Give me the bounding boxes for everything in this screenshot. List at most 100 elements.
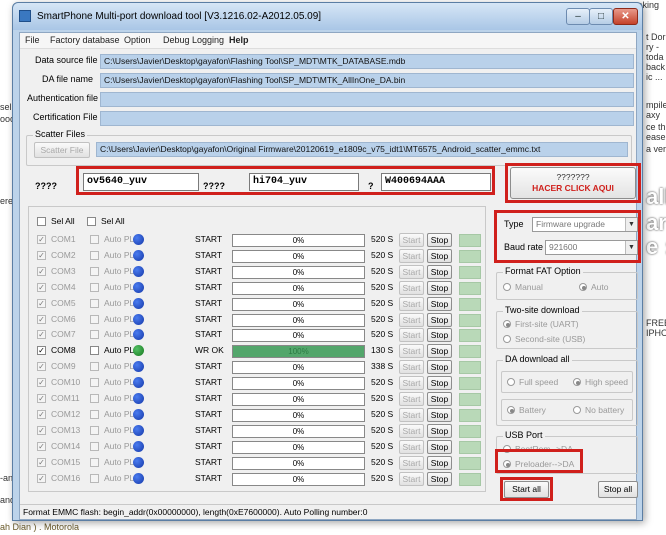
port-start-button[interactable]: Start xyxy=(399,440,424,454)
close-button[interactable]: ✕ xyxy=(613,8,638,25)
camera-sensor-1-field[interactable]: ov5640_yuv xyxy=(83,173,199,191)
port-stop-button[interactable]: Stop xyxy=(427,424,452,438)
auto-pl-checkbox[interactable] xyxy=(90,362,99,371)
com-checkbox[interactable]: ✓ xyxy=(37,330,46,339)
com-checkbox[interactable]: ✓ xyxy=(37,267,46,276)
port-stop-button[interactable]: Stop xyxy=(427,249,452,263)
port-start-button[interactable]: Start xyxy=(399,328,424,342)
type-dropdown-arrow-icon[interactable]: ▼ xyxy=(625,218,637,231)
full-speed-radio[interactable] xyxy=(507,378,515,386)
port-stop-button[interactable]: Stop xyxy=(427,360,452,374)
port-start-button[interactable]: Start xyxy=(399,376,424,390)
auto-pl-checkbox[interactable] xyxy=(90,474,99,483)
port-start-button[interactable]: Start xyxy=(399,344,424,358)
second-site-radio[interactable] xyxy=(503,335,511,343)
sel-all-checkbox-1[interactable] xyxy=(37,217,46,226)
auto-pl-checkbox[interactable] xyxy=(90,251,99,260)
type-select[interactable]: Firmware upgrade ▼ xyxy=(532,217,638,232)
port-stop-button[interactable]: Stop xyxy=(427,440,452,454)
auto-pl-checkbox[interactable] xyxy=(90,410,99,419)
com-checkbox[interactable]: ✓ xyxy=(37,426,46,435)
auto-pl-checkbox[interactable] xyxy=(90,235,99,244)
menu-debug-logging[interactable]: Debug Logging xyxy=(163,35,224,45)
com-checkbox[interactable]: ✓ xyxy=(37,442,46,451)
data-source-field[interactable]: C:\Users\Javier\Desktop\gayafon\Flashing… xyxy=(100,54,634,69)
com-checkbox[interactable]: ✓ xyxy=(37,362,46,371)
stop-all-button[interactable]: Stop all xyxy=(598,481,638,498)
port-start-button[interactable]: Start xyxy=(399,265,424,279)
auto-pl-checkbox[interactable] xyxy=(90,346,99,355)
scatter-file-field[interactable]: C:\Users\Javier\Desktop\gayafon\Original… xyxy=(96,142,628,157)
auto-pl-checkbox[interactable] xyxy=(90,442,99,451)
port-stop-button[interactable]: Stop xyxy=(427,281,452,295)
menu-help[interactable]: Help xyxy=(229,35,249,45)
title-bar[interactable]: SmartPhone Multi-port download tool [V3.… xyxy=(13,3,642,30)
com-checkbox[interactable]: ✓ xyxy=(37,315,46,324)
port-start-button[interactable]: Start xyxy=(399,281,424,295)
no-battery-radio[interactable] xyxy=(573,406,581,414)
format-auto-radio[interactable] xyxy=(579,283,587,291)
cert-file-field[interactable] xyxy=(100,111,634,126)
port-start-button[interactable]: Start xyxy=(399,472,424,486)
com-checkbox[interactable]: ✓ xyxy=(37,394,46,403)
first-site-radio[interactable] xyxy=(503,320,511,328)
baud-dropdown-arrow-icon[interactable]: ▼ xyxy=(625,241,637,254)
menu-file[interactable]: File xyxy=(25,35,40,45)
format-manual-radio[interactable] xyxy=(503,283,511,291)
port-stop-button[interactable]: Stop xyxy=(427,328,452,342)
maximize-button[interactable]: □ xyxy=(589,8,613,25)
port-stop-button[interactable]: Stop xyxy=(427,265,452,279)
auto-pl-checkbox[interactable] xyxy=(90,315,99,324)
port-start-button[interactable]: Start xyxy=(399,424,424,438)
port-stop-button[interactable]: Stop xyxy=(427,313,452,327)
port-start-button[interactable]: Start xyxy=(399,297,424,311)
auto-pl-checkbox[interactable] xyxy=(90,426,99,435)
auto-pl-checkbox[interactable] xyxy=(90,330,99,339)
port-start-button[interactable]: Start xyxy=(399,360,424,374)
com-checkbox[interactable]: ✓ xyxy=(37,235,46,244)
port-start-button[interactable]: Start xyxy=(399,249,424,263)
com-checkbox[interactable]: ✓ xyxy=(37,283,46,292)
hacer-click-button[interactable]: ??????? HACER CLICK AQUI xyxy=(510,167,636,199)
scatter-file-button[interactable]: Scatter File xyxy=(34,142,90,158)
auto-pl-checkbox[interactable] xyxy=(90,458,99,467)
port-start-button[interactable]: Start xyxy=(399,392,424,406)
port-stop-button[interactable]: Stop xyxy=(427,472,452,486)
port-stop-button[interactable]: Stop xyxy=(427,408,452,422)
high-speed-radio[interactable] xyxy=(573,378,581,386)
com-checkbox[interactable]: ✓ xyxy=(37,474,46,483)
port-stop-button[interactable]: Stop xyxy=(427,456,452,470)
port-status-led-icon xyxy=(133,250,144,261)
sel-all-checkbox-2[interactable] xyxy=(87,217,96,226)
da-file-field[interactable]: C:\Users\Javier\Desktop\gayafon\Flashing… xyxy=(100,73,634,88)
port-stop-button[interactable]: Stop xyxy=(427,344,452,358)
start-all-button[interactable]: Start all xyxy=(504,481,549,498)
camera-sensor-2-field[interactable]: hi704_yuv xyxy=(249,173,359,191)
com-checkbox[interactable]: ✓ xyxy=(37,458,46,467)
com-checkbox[interactable]: ✓ xyxy=(37,346,46,355)
flash-id-field[interactable]: W400694AAA xyxy=(381,173,491,191)
minimize-button[interactable]: – xyxy=(566,8,590,25)
port-stop-button[interactable]: Stop xyxy=(427,376,452,390)
port-start-button[interactable]: Start xyxy=(399,408,424,422)
com-checkbox[interactable]: ✓ xyxy=(37,410,46,419)
port-stop-button[interactable]: Stop xyxy=(427,297,452,311)
auto-pl-checkbox[interactable] xyxy=(90,283,99,292)
port-stop-button[interactable]: Stop xyxy=(427,233,452,247)
auto-pl-checkbox[interactable] xyxy=(90,267,99,276)
auto-pl-checkbox[interactable] xyxy=(90,299,99,308)
auto-pl-checkbox[interactable] xyxy=(90,378,99,387)
port-start-button[interactable]: Start xyxy=(399,456,424,470)
menu-factory-database[interactable]: Factory database xyxy=(50,35,120,45)
port-start-button[interactable]: Start xyxy=(399,233,424,247)
com-checkbox[interactable]: ✓ xyxy=(37,251,46,260)
battery-radio[interactable] xyxy=(507,406,515,414)
port-stop-button[interactable]: Stop xyxy=(427,392,452,406)
auth-file-field[interactable] xyxy=(100,92,634,107)
com-checkbox[interactable]: ✓ xyxy=(37,299,46,308)
com-checkbox[interactable]: ✓ xyxy=(37,378,46,387)
baud-select[interactable]: 921600 ▼ xyxy=(545,240,638,255)
auto-pl-checkbox[interactable] xyxy=(90,394,99,403)
menu-option[interactable]: Option xyxy=(124,35,151,45)
port-start-button[interactable]: Start xyxy=(399,313,424,327)
